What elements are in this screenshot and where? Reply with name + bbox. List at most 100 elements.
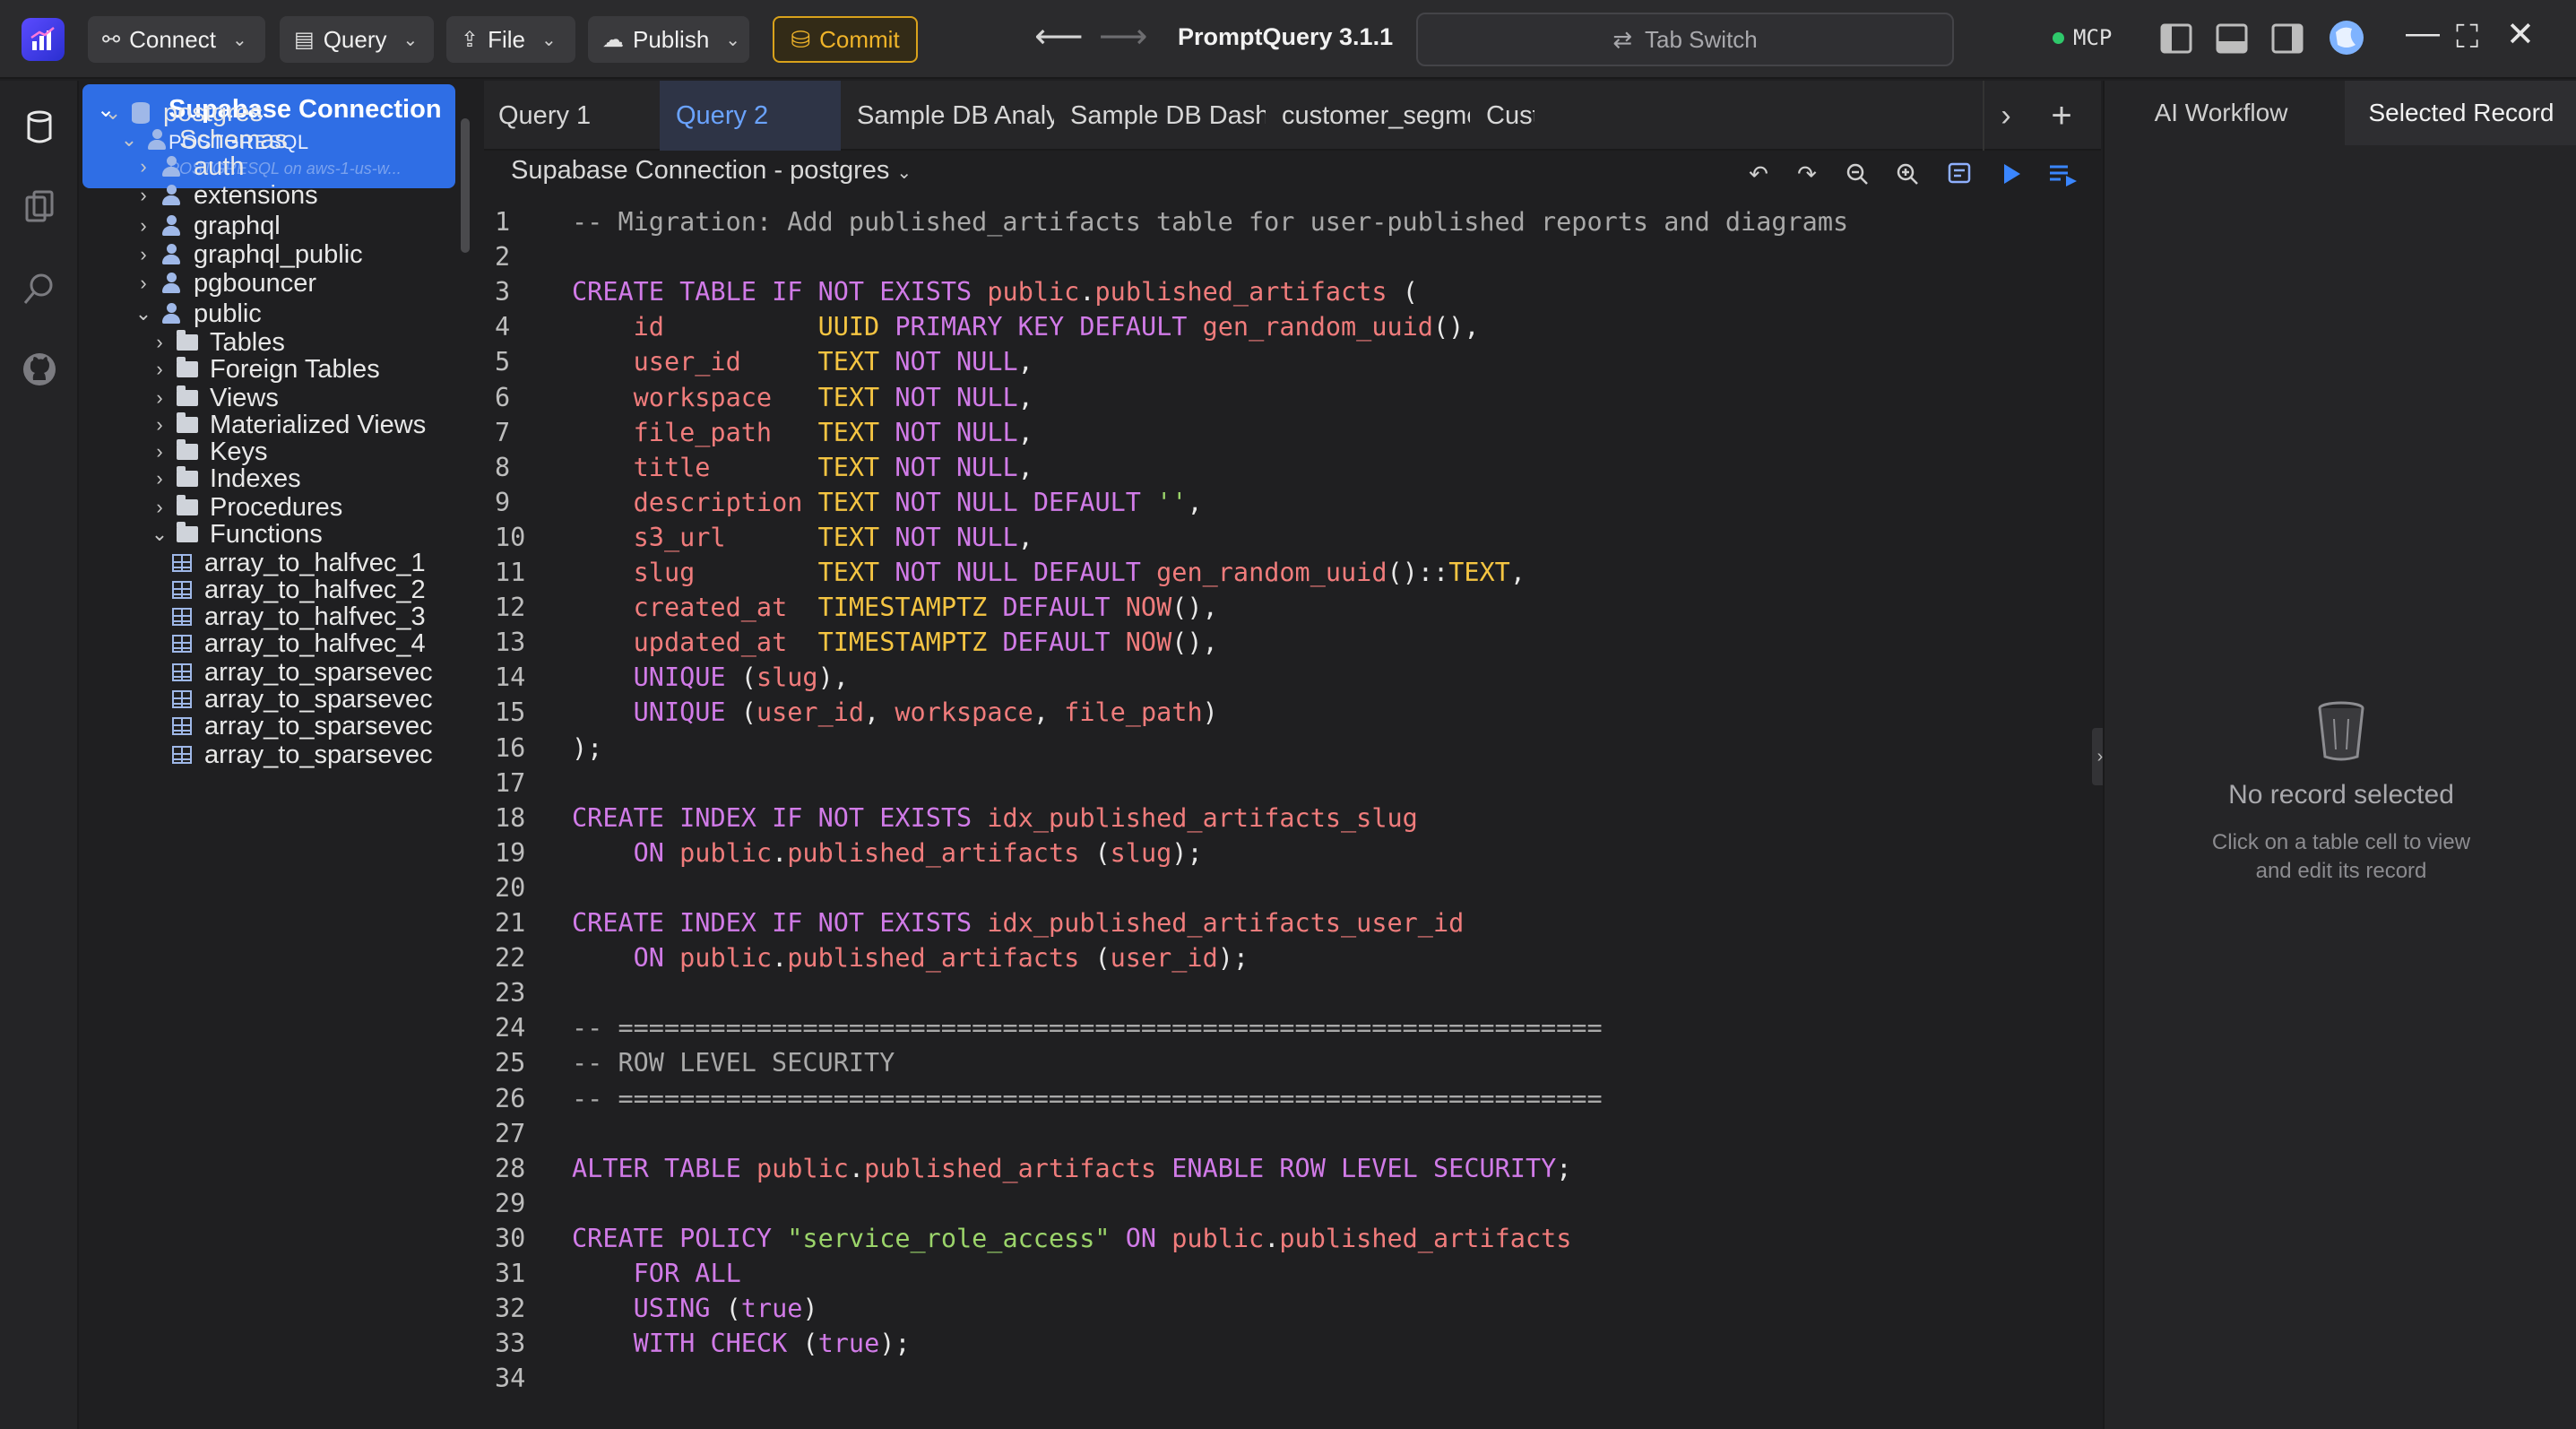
user-avatar-icon[interactable] bbox=[2329, 20, 2364, 56]
code-line[interactable]: id UUID PRIMARY KEY DEFAULT gen_random_u… bbox=[572, 309, 1480, 344]
code-line[interactable]: workspace TEXT NOT NULL, bbox=[572, 380, 1033, 415]
code-line[interactable]: ALTER TABLE public.published_artifacts E… bbox=[572, 1151, 1571, 1186]
code-line[interactable]: ON public.published_artifacts (user_id); bbox=[572, 940, 1249, 975]
line-number: 10 bbox=[495, 522, 526, 552]
empty-state-subtitle-line: and edit its record bbox=[2255, 859, 2427, 883]
line-number: 30 bbox=[495, 1223, 526, 1253]
github-icon[interactable] bbox=[20, 350, 59, 389]
line-number: 17 bbox=[495, 767, 526, 798]
code-line[interactable]: USING (true) bbox=[572, 1291, 818, 1326]
query-tab[interactable]: customer_segments.... bbox=[1266, 81, 1470, 151]
code-line[interactable]: FOR ALL bbox=[572, 1256, 741, 1291]
back-arrow-icon[interactable]: ⟵ bbox=[1034, 16, 1083, 56]
tab-ai-workflow[interactable]: AI Workflow bbox=[2105, 81, 2338, 145]
file-menu-button[interactable]: ⇪ File ⌄ bbox=[446, 16, 575, 63]
forward-arrow-icon[interactable]: ⟶ bbox=[1099, 16, 1147, 56]
close-icon[interactable]: ✕ bbox=[2506, 14, 2535, 55]
explorer-sidebar: ⌄ ⚙ Supabase Connection POSTGRESQL POSTG… bbox=[81, 81, 471, 1429]
toggle-right-panel-icon[interactable] bbox=[2271, 23, 2304, 54]
commit-button[interactable]: ⛁ Commit bbox=[773, 16, 918, 63]
app-title: PromptQuery 3.1.1 bbox=[1178, 23, 1394, 50]
sql-editor[interactable]: 1 -- Migration: Add published_artifacts t… bbox=[484, 197, 2103, 1429]
new-tab-button[interactable]: + bbox=[2036, 81, 2087, 151]
code-line[interactable]: -- Migration: Add published_artifacts ta… bbox=[572, 204, 1848, 239]
format-icon[interactable] bbox=[1941, 156, 1977, 192]
query-tab[interactable]: Query 2 bbox=[660, 81, 841, 151]
code-line[interactable]: created_at TIMESTAMPTZ DEFAULT NOW(), bbox=[572, 590, 1218, 625]
line-number: 19 bbox=[495, 837, 526, 868]
chevron-down-icon: ⌄ bbox=[402, 30, 419, 50]
tab-selected-record[interactable]: Selected Record bbox=[2345, 81, 2576, 145]
line-number: 2 bbox=[495, 242, 511, 273]
query-tab[interactable]: Query 1 bbox=[484, 81, 660, 151]
chevron-down-icon: ⌄ bbox=[896, 163, 912, 183]
tab-switch-button[interactable]: ⇄ Tab Switch bbox=[1416, 13, 1954, 66]
code-line[interactable]: title TEXT NOT NULL, bbox=[572, 450, 1033, 485]
code-line[interactable]: UNIQUE (user_id, workspace, file_path) bbox=[572, 695, 1218, 730]
code-line[interactable]: CREATE POLICY "service_role_access" ON p… bbox=[572, 1221, 1571, 1256]
query-tab[interactable]: Cust bbox=[1470, 81, 1534, 151]
sidebar-scrollbar[interactable] bbox=[461, 118, 470, 253]
commit-icon: ⛁ bbox=[791, 25, 811, 53]
tree-item-label: array_to_sparsevec bbox=[204, 740, 433, 769]
code-line[interactable]: CREATE TABLE IF NOT EXISTS public.publis… bbox=[572, 274, 1418, 309]
search-icon[interactable] bbox=[20, 269, 59, 308]
redo-icon[interactable]: ↷ bbox=[1789, 156, 1825, 192]
editor-connection-bar: Supabase Connection - postgres ⌄ ↶ ↷ bbox=[484, 151, 2103, 197]
toggle-left-panel-icon[interactable] bbox=[2160, 23, 2192, 54]
code-line[interactable]: CREATE INDEX IF NOT EXISTS idx_published… bbox=[572, 801, 1418, 836]
line-number: 4 bbox=[495, 312, 511, 342]
code-line[interactable]: file_path TEXT NOT NULL, bbox=[572, 415, 1033, 450]
files-icon[interactable] bbox=[20, 188, 59, 228]
maximize-icon[interactable]: ⛶ bbox=[2456, 18, 2478, 56]
tree-item[interactable]: array_to_sparsevec bbox=[167, 732, 433, 777]
query-menu-label: Query bbox=[323, 25, 387, 53]
database-icon[interactable] bbox=[20, 108, 59, 147]
line-number: 9 bbox=[495, 487, 511, 517]
undo-icon[interactable]: ↶ bbox=[1741, 156, 1776, 192]
line-number: 18 bbox=[495, 802, 526, 833]
code-line[interactable]: ON public.published_artifacts (slug); bbox=[572, 836, 1203, 870]
line-number: 22 bbox=[495, 943, 526, 974]
code-line[interactable]: -- ROW LEVEL SECURITY bbox=[572, 1045, 895, 1080]
line-number: 11 bbox=[495, 558, 526, 587]
code-line[interactable]: updated_at TIMESTAMPTZ DEFAULT NOW(), bbox=[572, 625, 1218, 660]
mcp-status[interactable]: MCP bbox=[2053, 25, 2112, 50]
mcp-label: MCP bbox=[2073, 25, 2113, 50]
line-number: 3 bbox=[495, 277, 511, 307]
minimize-icon[interactable]: — bbox=[2406, 14, 2440, 53]
code-line[interactable]: slug TEXT NOT NULL DEFAULT gen_random_uu… bbox=[572, 555, 1526, 590]
code-line[interactable]: UNIQUE (slug), bbox=[572, 660, 849, 695]
line-number: 5 bbox=[495, 347, 511, 377]
connect-menu-button[interactable]: ⚯ Connect ⌄ bbox=[88, 16, 265, 63]
tab-scroll-right-icon[interactable]: › bbox=[1983, 81, 2027, 151]
chevron-down-icon: ⌄ bbox=[541, 30, 557, 50]
code-line[interactable]: s3_url TEXT NOT NULL, bbox=[572, 520, 1033, 555]
run-list-icon[interactable] bbox=[2045, 156, 2081, 192]
publish-menu-button[interactable]: ☁ Publish ⌄ bbox=[588, 16, 749, 63]
zoom-in-icon[interactable] bbox=[1889, 156, 1925, 192]
toggle-bottom-panel-icon[interactable] bbox=[2216, 23, 2248, 54]
code-line[interactable]: user_id TEXT NOT NULL, bbox=[572, 344, 1033, 379]
swap-icon: ⇄ bbox=[1612, 25, 1633, 53]
code-line[interactable]: WITH CHECK (true); bbox=[572, 1326, 911, 1361]
run-icon[interactable] bbox=[1993, 156, 2029, 192]
code-line[interactable]: CREATE INDEX IF NOT EXISTS idx_published… bbox=[572, 905, 1464, 940]
chevron-down-icon: ⌄ bbox=[231, 30, 247, 50]
query-tab[interactable]: Sample DB Analysis ... bbox=[841, 81, 1054, 151]
line-number: 24 bbox=[495, 1013, 526, 1044]
zoom-out-icon[interactable] bbox=[1839, 156, 1875, 192]
query-menu-button[interactable]: ▤ Query ⌄ bbox=[280, 16, 434, 63]
code-line[interactable]: description TEXT NOT NULL DEFAULT '', bbox=[572, 485, 1203, 520]
file-menu-label: File bbox=[488, 25, 526, 53]
code-line[interactable]: ); bbox=[572, 731, 602, 766]
upload-icon: ⇪ bbox=[461, 27, 480, 52]
code-line[interactable]: -- =====================================… bbox=[572, 1010, 1603, 1045]
function-icon bbox=[167, 746, 197, 764]
empty-bin-icon bbox=[2318, 701, 2364, 761]
code-line[interactable]: -- =====================================… bbox=[572, 1081, 1603, 1116]
query-tab[interactable]: Sample DB Dashboard bbox=[1054, 81, 1266, 151]
line-number: 7 bbox=[495, 417, 511, 447]
connection-selector[interactable]: Supabase Connection - postgres ⌄ bbox=[511, 156, 912, 186]
empty-state-subtitle-line: Click on a table cell to view bbox=[2211, 830, 2471, 854]
